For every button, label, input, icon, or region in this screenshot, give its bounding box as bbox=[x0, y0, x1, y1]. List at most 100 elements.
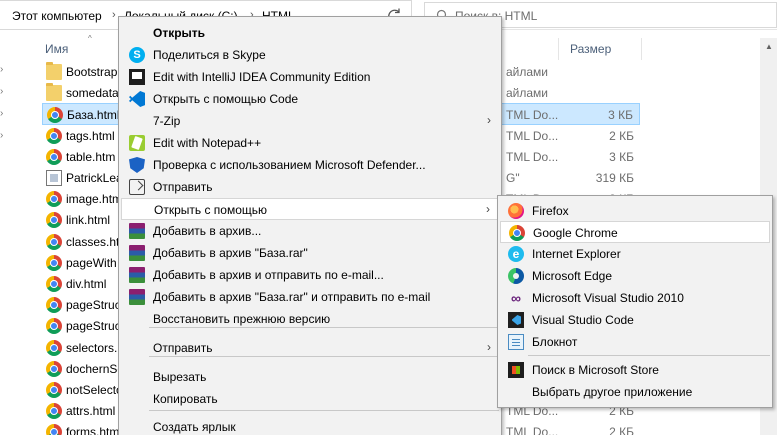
menu-item-блокнот[interactable]: Блокнот bbox=[500, 331, 770, 353]
menu-item-добавить-в-архив-база-rar-и-отправить-по-e-mail[interactable]: Добавить в архив "База.rar" и отправить … bbox=[121, 286, 499, 308]
file-name: attrs.html bbox=[66, 404, 116, 419]
expand-arrow-icon[interactable]: › bbox=[0, 130, 3, 141]
menu-item-проверка-с-использованием-microsoft-defender[interactable]: Проверка с использованием Microsoft Defe… bbox=[121, 154, 499, 176]
file-name: База.html bbox=[67, 108, 120, 123]
breadcrumb-this-pc[interactable]: Этот компьютер bbox=[12, 9, 102, 23]
menu-item-label: Поиск в Microsoft Store bbox=[532, 363, 659, 377]
menu-separator bbox=[149, 410, 499, 411]
menu-item-internet-explorer[interactable]: e Internet Explorer bbox=[500, 243, 770, 265]
menu-item-выбрать-другое-приложение[interactable]: Выбрать другое приложение bbox=[500, 381, 770, 403]
menu-item-открыть-с-помощью-code[interactable]: Открыть с помощью Code bbox=[121, 88, 499, 110]
file-name: image.htm bbox=[66, 192, 123, 207]
chrome-icon bbox=[509, 225, 525, 241]
column-divider[interactable] bbox=[641, 38, 642, 60]
file-details[interactable]: TML Do... 3 КБ bbox=[498, 146, 640, 168]
context-menu: Открыть S Поделиться в Skype Edit with Inte… bbox=[118, 16, 502, 435]
intellij-icon bbox=[129, 69, 145, 85]
chevron-right-icon: › bbox=[486, 202, 490, 216]
file-size: 2 КБ bbox=[609, 128, 634, 143]
navigation-pane[interactable]: › › › › bbox=[0, 34, 10, 435]
menu-item-firefox[interactable]: Firefox bbox=[500, 200, 770, 222]
chevron-right-icon[interactable]: › bbox=[112, 9, 116, 21]
menu-item-добавить-в-архив[interactable]: Добавить в архив... bbox=[121, 220, 499, 242]
file-name: dochernSe bbox=[66, 361, 125, 376]
menu-item-добавить-в-архив-и-отправить-по-e-mail[interactable]: Добавить в архив и отправить по e-mail..… bbox=[121, 264, 499, 286]
column-divider[interactable] bbox=[558, 38, 559, 60]
file-name: pageStruc bbox=[66, 298, 121, 313]
file-type: TML Do... bbox=[506, 128, 559, 143]
menu-item-edit-with-intellij-idea-community-edition[interactable]: Edit with IntelliJ IDEA Community Editio… bbox=[121, 66, 499, 88]
folder-icon bbox=[46, 62, 62, 80]
menu-item-label: Microsoft Visual Studio 2010 bbox=[532, 291, 684, 305]
menu-item-поделиться-в-skype[interactable]: S Поделиться в Skype bbox=[121, 44, 499, 66]
menu-item-создать-ярлык[interactable]: Создать ярлык bbox=[121, 416, 499, 435]
winrar-icon bbox=[129, 245, 145, 261]
menu-item-microsoft-visual-studio-2010[interactable]: ∞ Microsoft Visual Studio 2010 bbox=[500, 287, 770, 309]
menu-item-label: Firefox bbox=[532, 204, 569, 218]
menu-item-label: Добавить в архив "База.rar" и отправить … bbox=[153, 290, 431, 304]
menu-item-открыть-с-помощью[interactable]: Открыть с помощью › bbox=[121, 198, 499, 220]
menu-item-открыть[interactable]: Открыть bbox=[121, 22, 499, 44]
file-name: selectors.h bbox=[66, 340, 125, 355]
file-name: tags.html bbox=[66, 128, 115, 143]
menu-item-отправить[interactable]: Отправить bbox=[121, 176, 499, 198]
menu-item-google-chrome[interactable]: Google Chrome bbox=[500, 221, 770, 243]
folder-icon bbox=[46, 83, 62, 102]
column-size[interactable]: Размер bbox=[570, 42, 611, 56]
menu-item-label: Выбрать другое приложение bbox=[532, 385, 693, 399]
file-type: айлами bbox=[506, 86, 549, 101]
image-file-icon bbox=[46, 170, 62, 186]
menu-item-label: Google Chrome bbox=[533, 226, 618, 240]
menu-separator bbox=[149, 327, 499, 328]
chrome-icon bbox=[46, 403, 62, 420]
file-details[interactable]: айлами bbox=[498, 82, 640, 104]
file-type: айлами bbox=[506, 65, 549, 79]
sort-up-icon: ^ bbox=[88, 34, 92, 43]
menu-item-microsoft-edge[interactable]: Microsoft Edge bbox=[500, 265, 770, 287]
chevron-right-icon: › bbox=[487, 340, 491, 354]
menu-item-visual-studio-code[interactable]: Visual Studio Code bbox=[500, 309, 770, 331]
menu-item-копировать[interactable]: Копировать bbox=[121, 388, 499, 410]
chrome-icon bbox=[46, 233, 62, 250]
chrome-icon bbox=[46, 297, 62, 314]
menu-item-label: Отправить bbox=[153, 341, 213, 355]
column-name[interactable]: Имя bbox=[45, 42, 68, 56]
file-details[interactable]: G" 319 КБ bbox=[498, 167, 640, 189]
menu-separator bbox=[149, 356, 499, 357]
winrar-icon bbox=[129, 223, 145, 239]
file-details[interactable]: TML Do... 3 КБ bbox=[498, 103, 640, 126]
expand-arrow-icon[interactable]: › bbox=[0, 64, 3, 75]
scroll-up-icon[interactable]: ▲ bbox=[765, 42, 773, 51]
menu-item-label: Edit with Notepad++ bbox=[153, 136, 262, 150]
menu-item-label: Создать ярлык bbox=[153, 420, 236, 434]
menu-item-поиск-в-microsoft-store[interactable]: Поиск в Microsoft Store bbox=[500, 359, 770, 381]
notepadpp-icon bbox=[129, 135, 145, 151]
menu-item-вырезать[interactable]: Вырезать bbox=[121, 366, 499, 388]
menu-item-label: Восстановить прежнюю версию bbox=[153, 312, 331, 326]
chrome-icon bbox=[46, 148, 62, 165]
menu-item-7-zip[interactable]: 7-Zip › bbox=[121, 110, 499, 132]
menu-item-label: Добавить в архив... bbox=[153, 224, 262, 238]
edge-icon bbox=[508, 268, 524, 284]
file-name: table.htm bbox=[66, 149, 116, 164]
file-name: PatrickLea bbox=[66, 171, 123, 185]
menu-item-label: Открыть с помощью bbox=[154, 203, 268, 217]
file-type: TML Do... bbox=[506, 108, 559, 123]
menu-item-label: Блокнот bbox=[532, 335, 578, 349]
file-type: TML Do... bbox=[506, 149, 559, 164]
chrome-icon bbox=[46, 424, 62, 435]
vscode-icon bbox=[129, 91, 145, 107]
expand-arrow-icon[interactable]: › bbox=[0, 108, 3, 119]
file-details[interactable]: TML Do... 2 КБ bbox=[498, 125, 640, 147]
menu-item-edit-with-notepad[interactable]: Edit with Notepad++ bbox=[121, 132, 499, 154]
file-details[interactable]: TML Do... 2 КБ bbox=[498, 421, 640, 435]
file-type: TML Do... bbox=[506, 425, 559, 435]
expand-arrow-icon[interactable]: › bbox=[0, 86, 3, 97]
file-details[interactable]: айлами bbox=[498, 61, 640, 83]
file-name: div.html bbox=[66, 277, 107, 291]
menu-item-label: Открыть с помощью Code bbox=[153, 92, 299, 106]
menu-item-добавить-в-архив-база-rar[interactable]: Добавить в архив "База.rar" bbox=[121, 242, 499, 264]
file-name: Bootstrap bbox=[66, 65, 118, 79]
chrome-icon bbox=[47, 107, 63, 124]
file-size: 3 КБ bbox=[609, 149, 634, 164]
